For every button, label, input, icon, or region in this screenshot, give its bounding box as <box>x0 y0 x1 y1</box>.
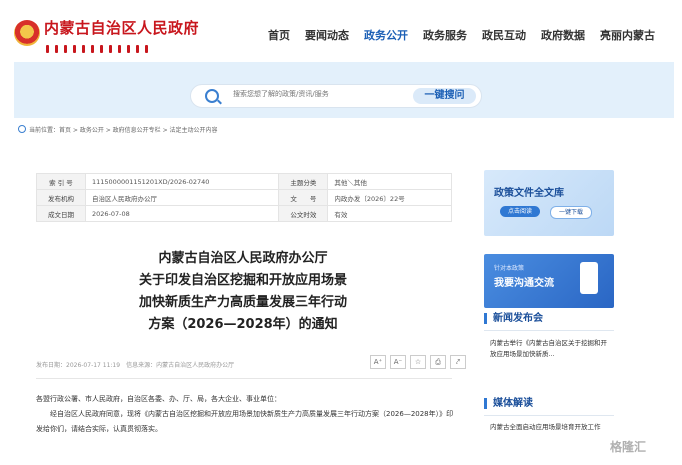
body-paragraph: 经自治区人民政府同意，现将《内蒙古自治区挖掘和开放应用场景加快新质生产力高质量发… <box>36 410 454 433</box>
title-line: 关于印发自治区挖掘和开放应用场景 <box>138 273 347 288</box>
title-line: 内蒙古自治区人民政府办公厅 <box>158 251 328 266</box>
divider <box>36 378 452 379</box>
nav-news[interactable]: 要闻动态 <box>305 27 349 43</box>
divider <box>484 330 614 331</box>
media-interpretation-link[interactable]: 内蒙古全面启动应用场景培育开放工作 <box>490 422 608 433</box>
site-title[interactable]: 内蒙古自治区人民政府 <box>44 17 199 38</box>
divider <box>484 415 614 416</box>
title-line: 方案（2026—2028年）的通知 <box>148 317 338 332</box>
publish-meta: 发布日期：2026-07-17 11:19 信息来源：内蒙古自治区人民政府办公厅 <box>36 362 235 369</box>
info-label: 索 引 号 <box>36 173 86 190</box>
table-row: 索 引 号 11150000011512​01XD/2026-02740 主题分… <box>36 173 452 190</box>
table-row: 发布机构 自治区人民政府办公厅 文 号 内政办发〔2026〕22号 <box>36 189 452 206</box>
search-input[interactable] <box>231 89 395 99</box>
nav-interaction[interactable]: 政民互动 <box>482 27 526 43</box>
press-conference-link[interactable]: 内蒙古举行《内蒙古自治区关于挖掘和开放应用场景加快新质... <box>490 338 608 360</box>
info-value: 自治区人民政府办公厅 <box>84 189 280 206</box>
download-button[interactable]: 一键下载 <box>550 206 592 219</box>
search-icon[interactable] <box>205 89 219 103</box>
print-button[interactable]: ⎙ <box>430 355 446 369</box>
info-label: 主题分类 <box>278 173 329 190</box>
national-emblem-icon <box>14 20 40 46</box>
policy-library-title: 政策文件全文库 <box>494 188 564 199</box>
article-tools: A⁺ A⁻ ☆ ⎙ ⤤ <box>366 355 466 369</box>
article-main: 索 引 号 11150000011512​01XD/2026-02740 主题分… <box>18 150 466 465</box>
info-value: 11150000011512​01XD/2026-02740 <box>84 173 280 190</box>
info-label: 发布机构 <box>36 189 86 206</box>
breadcrumb: 当前位置：首页 > 政务公开 > 政府信息公开专栏 > 法定主动公开内容 <box>18 125 218 134</box>
article-body: 各盟行政公署、市人民政府，自治区各委、办、厅、局，各大企业、事业单位： 经自治区… <box>36 392 456 437</box>
main-nav: 首页 要闻动态 政务公开 政务服务 政民互动 政府数据 亮丽内蒙古 <box>268 27 670 43</box>
nav-beautiful-inner-mongolia[interactable]: 亮丽内蒙古 <box>600 27 655 43</box>
info-value: 内政办发〔2026〕22号 <box>327 189 452 206</box>
mongolian-script-title <box>46 38 166 53</box>
policy-library-card[interactable]: 政策文件全文库 点击阅读 一键下载 <box>484 170 614 236</box>
communication-card[interactable]: 针对本政策 我要沟通交流 <box>484 254 614 308</box>
nav-gov-data[interactable]: 政府数据 <box>541 27 585 43</box>
font-decrease-button[interactable]: A⁻ <box>390 355 406 369</box>
info-value: 2026-07-08 <box>84 205 280 222</box>
body-paragraph: 各盟行政公署、市人民政府，自治区各委、办、厅、局，各大企业、事业单位： <box>36 395 281 403</box>
nav-gov-affairs-open[interactable]: 政务公开 <box>364 27 408 43</box>
read-button[interactable]: 点击阅读 <box>500 206 540 217</box>
info-label: 文 号 <box>278 189 329 206</box>
nav-gov-services[interactable]: 政务服务 <box>423 27 467 43</box>
press-conference-heading[interactable]: 新闻发布会 <box>484 313 543 324</box>
info-value: 其他＼其他 <box>327 173 452 190</box>
search-box: 一键搜问 <box>190 84 482 108</box>
info-value: 有效 <box>327 205 452 222</box>
breadcrumb-text[interactable]: 当前位置：首页 > 政务公开 > 政府信息公开专栏 > 法定主动公开内容 <box>29 127 218 134</box>
phone-illustration-icon <box>580 262 598 294</box>
document-title: 内蒙古自治区人民政府办公厅 关于印发自治区挖掘和开放应用场景 加快新质生产力高质… <box>78 248 408 336</box>
share-button[interactable]: ⤤ <box>450 355 466 369</box>
nav-home[interactable]: 首页 <box>268 27 290 43</box>
font-increase-button[interactable]: A⁺ <box>370 355 386 369</box>
title-line: 加快新质生产力高质量发展三年行动 <box>138 295 347 310</box>
communication-title: 我要沟通交流 <box>494 278 554 289</box>
table-row: 成文日期 2026-07-08 公文时效 有效 <box>36 205 452 222</box>
search-button[interactable]: 一键搜问 <box>413 88 476 104</box>
search-band: 一键搜问 <box>14 62 674 118</box>
media-interpretation-heading[interactable]: 媒体解读 <box>484 398 533 409</box>
favorite-button[interactable]: ☆ <box>410 355 426 369</box>
info-label: 公文时效 <box>278 205 329 222</box>
site-header: 内蒙古自治区人民政府 首页 要闻动态 政务公开 政务服务 政民互动 政府数据 亮… <box>0 0 682 62</box>
watermark: 格隆汇 <box>610 440 647 454</box>
info-label: 成文日期 <box>36 205 86 222</box>
location-pin-icon <box>18 125 26 133</box>
communication-subtitle: 针对本政策 <box>494 265 525 272</box>
document-info-table: 索 引 号 11150000011512​01XD/2026-02740 主题分… <box>36 173 452 222</box>
